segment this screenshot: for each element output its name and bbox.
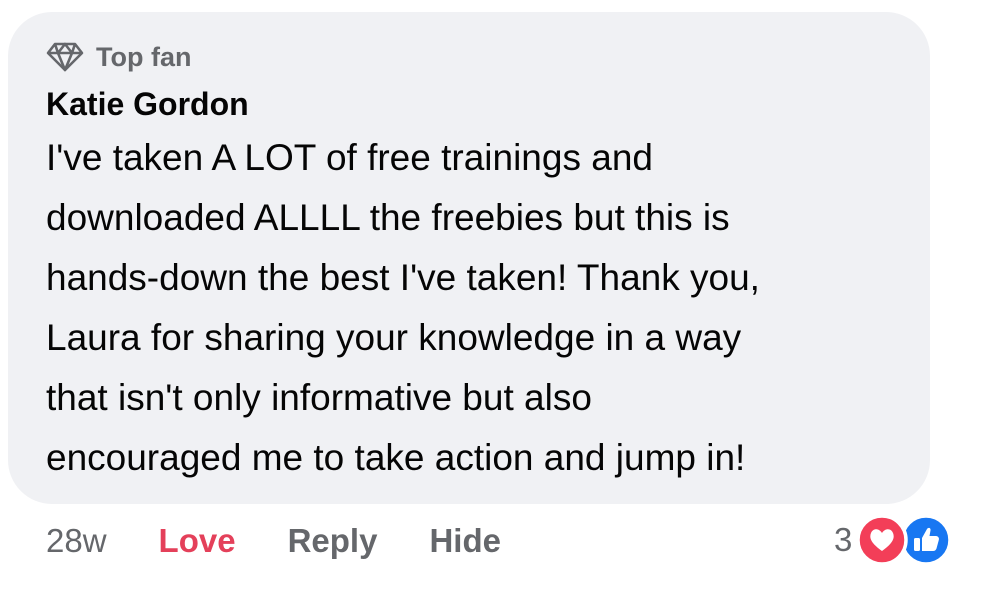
reaction-count: 3 bbox=[834, 521, 853, 558]
comment-text: I've taken A LOT of free trainings and d… bbox=[46, 128, 916, 488]
love-button[interactable]: Love bbox=[159, 522, 236, 560]
comment-text-line: hands-down the best I've taken! Thank yo… bbox=[46, 257, 760, 298]
reply-button[interactable]: Reply bbox=[288, 522, 378, 560]
top-fan-badge: Top fan bbox=[46, 40, 191, 74]
comment-text-line: Laura for sharing your knowledge in a wa… bbox=[46, 317, 742, 358]
heart-reaction-icon bbox=[856, 514, 909, 566]
hide-button[interactable]: Hide bbox=[429, 522, 501, 560]
diamond-icon bbox=[46, 42, 84, 72]
reaction-icons bbox=[856, 514, 954, 566]
comment-author[interactable]: Katie Gordon bbox=[46, 82, 249, 126]
comment-timestamp[interactable]: 28w bbox=[46, 522, 107, 560]
comment-text-line: that isn't only informative but also bbox=[46, 377, 592, 418]
reactions-summary[interactable]: 3 bbox=[834, 512, 954, 568]
comment-text-line: encouraged me to take action and jump in… bbox=[46, 437, 746, 478]
badge-label: Top fan bbox=[96, 41, 192, 72]
comment-text-line: I've taken A LOT of free trainings and bbox=[46, 137, 653, 178]
comment-actions: 28w Love Reply Hide bbox=[46, 516, 553, 566]
comment-text-line: downloaded ALLLL the freebies but this i… bbox=[46, 197, 730, 238]
